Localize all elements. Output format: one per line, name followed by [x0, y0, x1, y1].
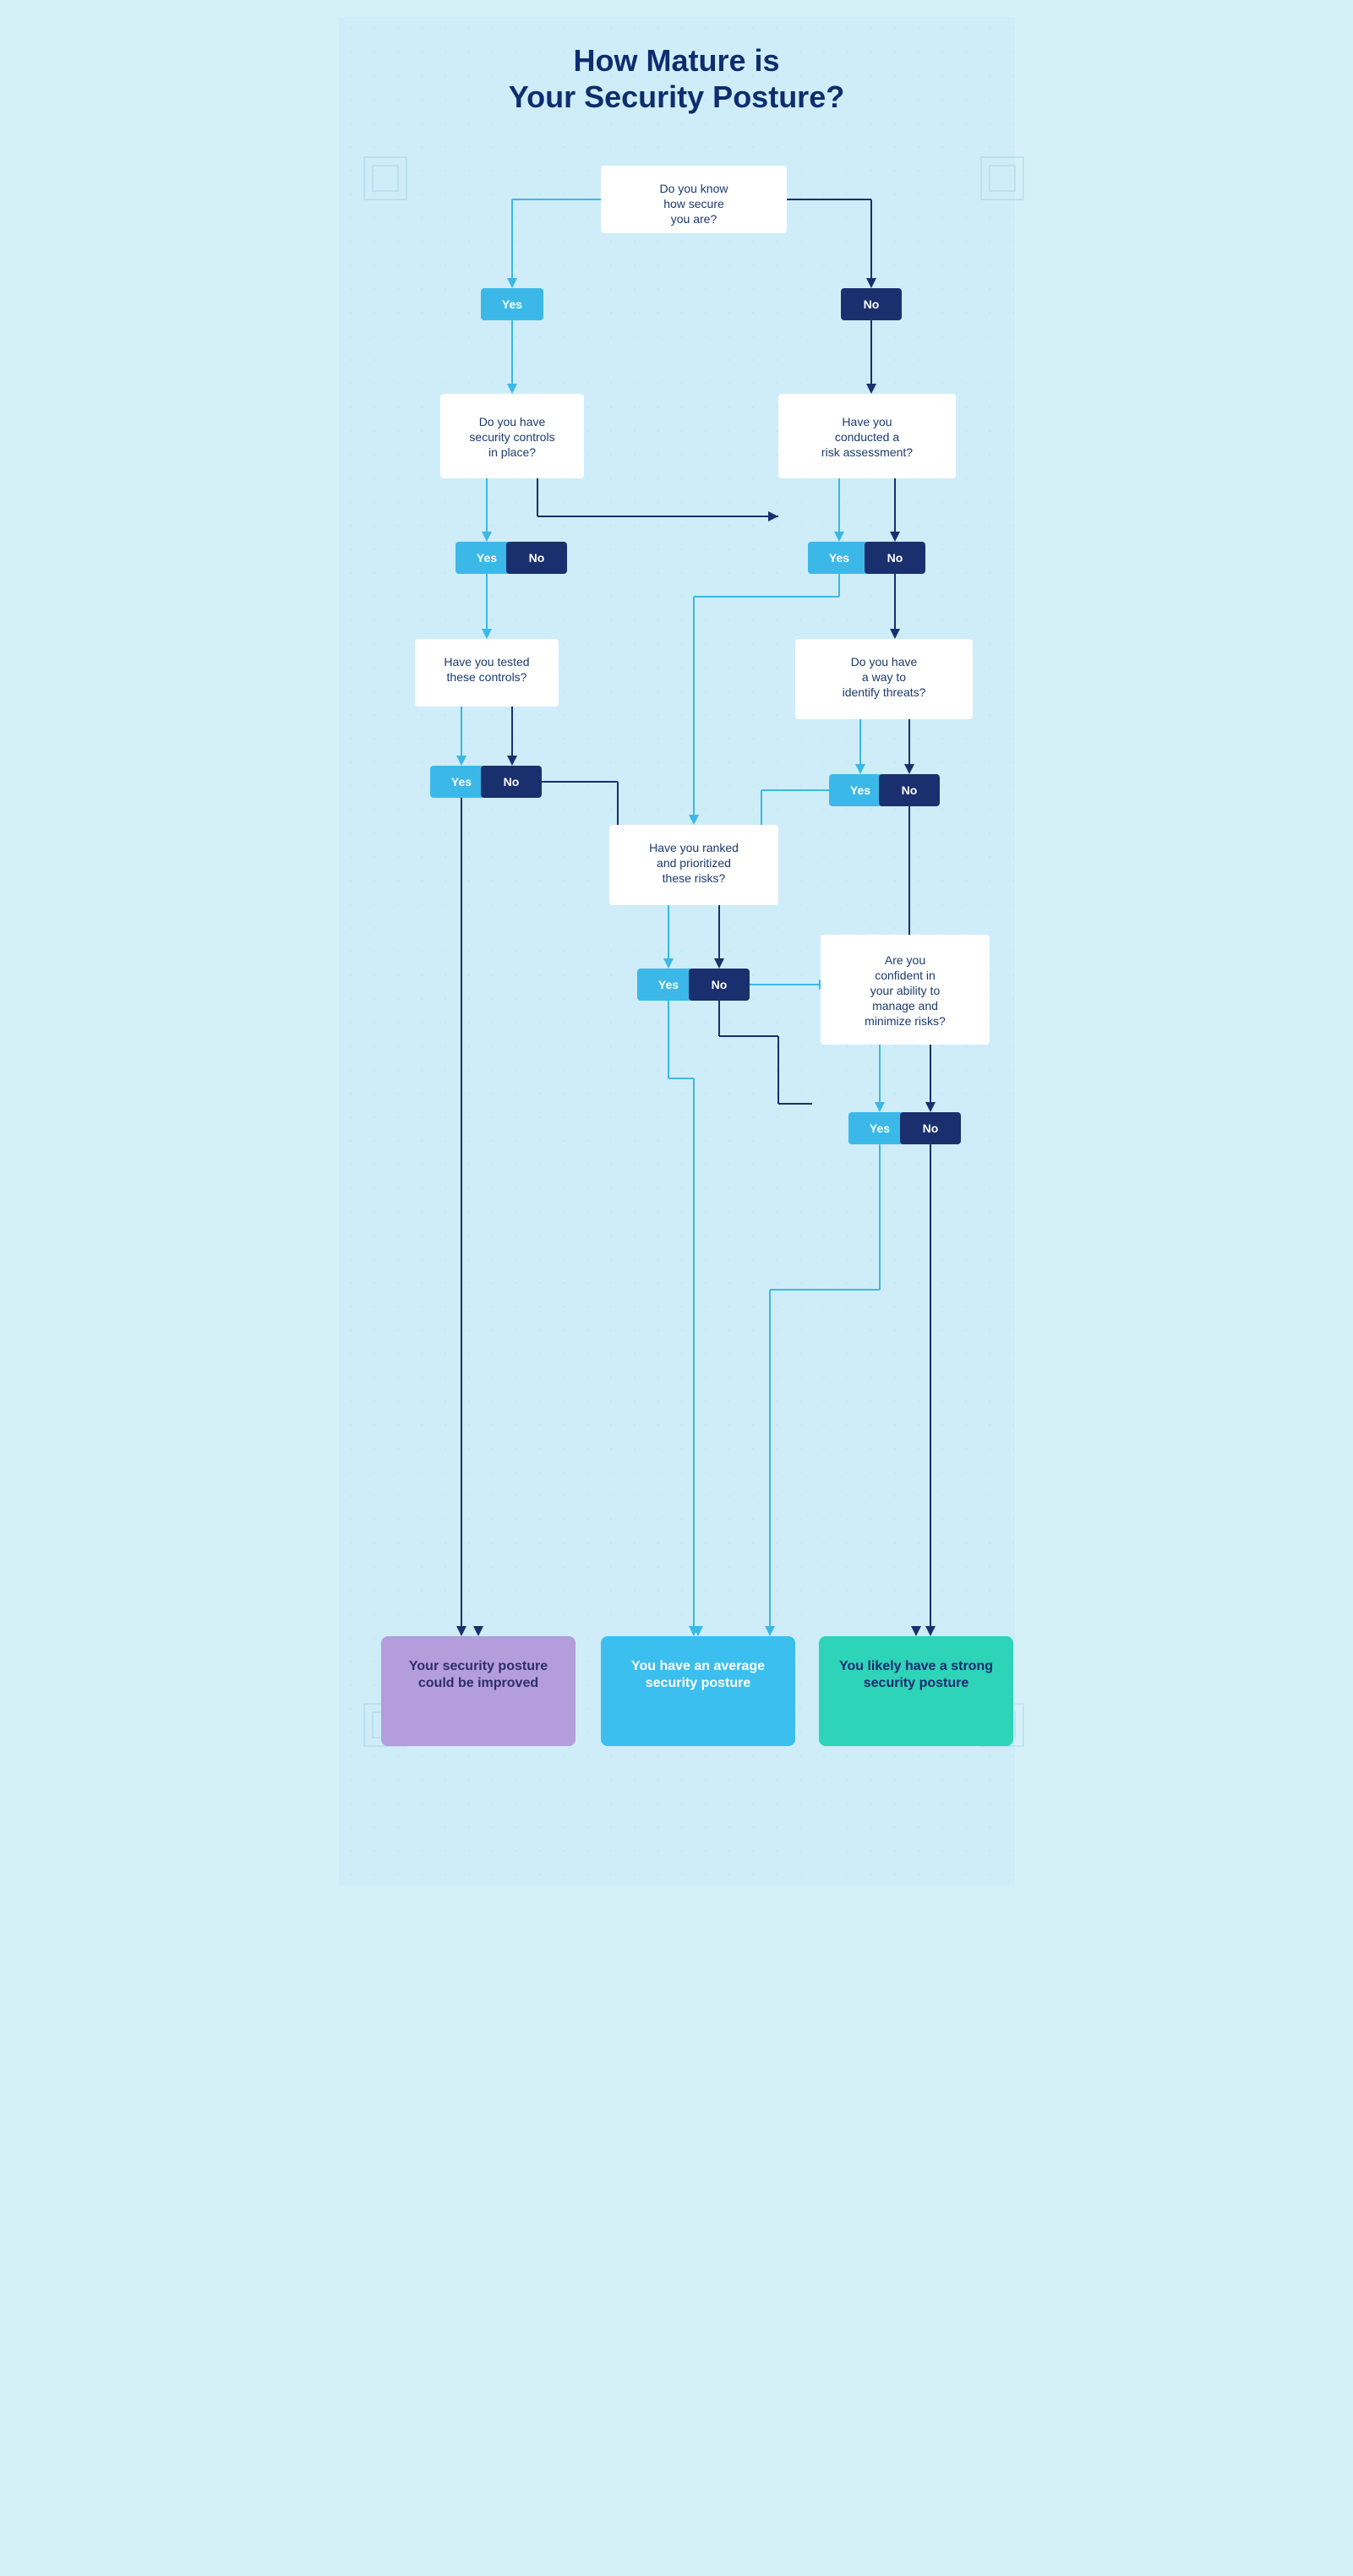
svg-text:No: No: [863, 297, 879, 311]
svg-text:confident in: confident in: [875, 969, 936, 982]
svg-text:could be improved: could be improved: [417, 1676, 537, 1690]
svg-text:a way to: a way to: [861, 670, 905, 684]
svg-text:No: No: [528, 551, 544, 565]
svg-text:your ability to: your ability to: [870, 984, 940, 997]
svg-text:You likely have a strong: You likely have a strong: [839, 1659, 993, 1673]
svg-text:these controls?: these controls?: [446, 670, 526, 684]
svg-text:No: No: [711, 978, 727, 991]
svg-text:you are?: you are?: [670, 212, 717, 226]
svg-text:Yes: Yes: [501, 297, 521, 311]
svg-text:You have an average: You have an average: [631, 1659, 765, 1673]
svg-text:Have you: Have you: [842, 415, 892, 428]
svg-text:Yes: Yes: [869, 1122, 889, 1135]
svg-text:in place?: in place?: [488, 445, 535, 459]
svg-text:Have you ranked: Have you ranked: [649, 841, 739, 854]
svg-text:Are you: Are you: [884, 953, 925, 967]
svg-text:Do you know: Do you know: [659, 182, 728, 195]
svg-text:these risks?: these risks?: [662, 871, 725, 885]
svg-text:Yes: Yes: [828, 551, 848, 565]
svg-text:security posture: security posture: [645, 1676, 750, 1690]
svg-text:risk assessment?: risk assessment?: [821, 445, 912, 459]
svg-text:security controls: security controls: [469, 430, 554, 444]
svg-text:Yes: Yes: [657, 978, 678, 991]
svg-text:No: No: [901, 783, 917, 797]
svg-text:Have you tested: Have you tested: [444, 655, 529, 669]
svg-text:Your security posture: Your security posture: [408, 1659, 547, 1673]
svg-text:conducted a: conducted a: [834, 430, 898, 444]
page-title: How Mature is Your Security Posture?: [356, 42, 998, 115]
svg-text:No: No: [922, 1122, 938, 1135]
svg-text:security posture: security posture: [863, 1676, 968, 1690]
svg-text:No: No: [887, 551, 903, 565]
svg-text:Do you have: Do you have: [850, 655, 917, 669]
svg-text:how secure: how secure: [663, 197, 724, 210]
svg-text:identify threats?: identify threats?: [842, 685, 925, 699]
svg-text:Yes: Yes: [849, 783, 870, 797]
svg-text:Yes: Yes: [450, 775, 471, 789]
content-area: How Mature is Your Security Posture? Do …: [356, 42, 998, 1843]
page-container: How Mature is Your Security Posture? Do …: [339, 17, 1015, 1886]
flowchart-svg: Do you know how secure you are? Yes No: [356, 149, 1032, 1839]
svg-text:and prioritized: and prioritized: [657, 856, 731, 870]
svg-text:Yes: Yes: [476, 551, 496, 565]
flowchart-wrapper: Do you know how secure you are? Yes No: [356, 149, 998, 1843]
svg-text:minimize risks?: minimize risks?: [865, 1014, 946, 1028]
svg-text:No: No: [503, 775, 519, 789]
svg-text:Do you have: Do you have: [478, 415, 545, 428]
svg-text:manage and: manage and: [872, 999, 938, 1012]
